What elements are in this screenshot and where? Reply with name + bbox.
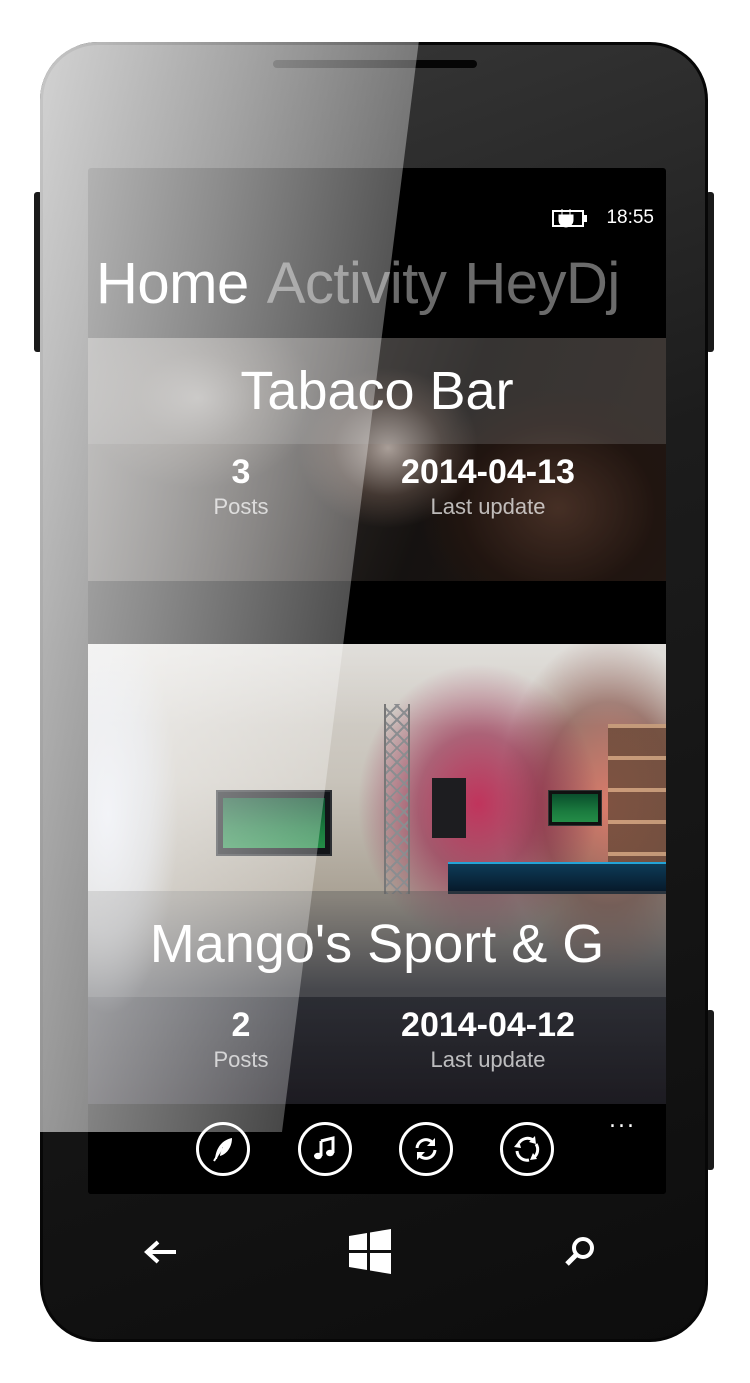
earpiece-speaker	[273, 60, 477, 68]
music-note-icon	[314, 1136, 335, 1160]
back-button[interactable]	[136, 1228, 184, 1276]
pivot-item-heydj[interactable]: HeyDj	[464, 244, 620, 324]
posts-label: Posts	[213, 1047, 269, 1072]
last-update-label: Last update	[430, 494, 546, 519]
posts-count: 3	[231, 453, 251, 491]
photo-bar-counter	[448, 862, 666, 894]
venue-stats: 3 Posts 2014-04-13 Last update	[88, 444, 666, 581]
more-options-button[interactable]: ...	[609, 1110, 636, 1132]
last-update-stat: 2014-04-13 Last update	[363, 452, 613, 522]
venue-stats: 2 Posts 2014-04-12 Last update	[88, 997, 666, 1104]
last-update-stat: 2014-04-12 Last update	[363, 1005, 613, 1075]
music-button[interactable]	[298, 1122, 352, 1176]
start-button[interactable]	[346, 1228, 394, 1276]
post-button[interactable]	[196, 1122, 250, 1176]
battery-charging-icon	[552, 209, 588, 228]
pivot-item-activity[interactable]: Activity	[267, 244, 447, 324]
last-update-date: 2014-04-12	[401, 1006, 575, 1044]
pivot-header: Home Activity HeyDj	[96, 244, 620, 324]
posts-label: Posts	[213, 494, 269, 519]
venue-title-band: Mango's Sport & G	[88, 891, 666, 997]
sync-icon	[415, 1138, 437, 1160]
back-arrow-icon	[144, 1240, 176, 1264]
photo-truss	[384, 704, 410, 894]
windows-start-icon	[349, 1229, 391, 1274]
photo-tv	[216, 790, 332, 856]
pivot-item-home[interactable]: Home	[96, 244, 249, 324]
venue-title: Tabaco Bar	[240, 361, 514, 421]
venue-card[interactable]: Mango's Sport & G 2 Posts 2014-04-12 Las…	[88, 644, 666, 1104]
posts-stat: 2 Posts	[196, 1005, 286, 1075]
status-bar: 18:55	[552, 206, 654, 230]
last-update-label: Last update	[430, 1047, 546, 1072]
posts-count: 2	[231, 1006, 251, 1044]
photo-shelves	[608, 724, 666, 864]
photo-tv-small	[548, 790, 602, 826]
last-update-date: 2014-04-13	[401, 453, 575, 491]
clock: 18:55	[606, 207, 654, 228]
venue-title: Mango's Sport & G	[149, 914, 605, 974]
posts-stat: 3 Posts	[196, 452, 286, 522]
search-icon	[565, 1237, 594, 1266]
venue-title-band: Tabaco Bar	[88, 338, 666, 444]
feather-icon	[213, 1138, 232, 1162]
sync-button[interactable]	[399, 1122, 453, 1176]
rotate-button[interactable]	[500, 1122, 554, 1176]
rotate-icon	[514, 1136, 540, 1162]
photo-speaker	[432, 778, 466, 838]
search-button[interactable]	[556, 1228, 604, 1276]
app-bar: ...	[88, 1104, 666, 1194]
phone-screen: 18:55 Home Activity HeyDj Tabaco Bar 3 P…	[88, 168, 666, 1194]
venue-card[interactable]: Tabaco Bar 3 Posts 2014-04-13 Last updat…	[88, 338, 666, 581]
